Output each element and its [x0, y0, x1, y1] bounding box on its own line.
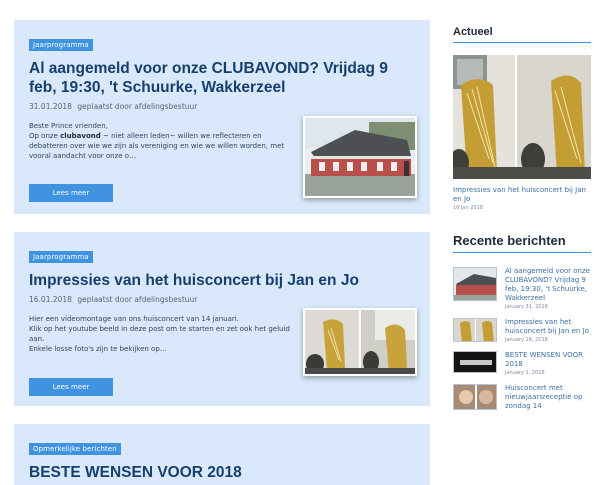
post-thumbnail-clubhouse[interactable] [303, 116, 417, 198]
post-title[interactable]: Al aangemeld voor onze CLUBAVOND? Vrijda… [29, 59, 418, 97]
recent-post-title[interactable]: Impressies van het huisconcert bij Jan e… [505, 318, 591, 336]
recent-post-title[interactable]: Al aangemeld voor onze CLUBAVOND? Vrijda… [505, 267, 591, 303]
sidebar: Actueel Impressies van het huisconcert b… [453, 26, 591, 420]
recent-post-item[interactable]: Impressies van het huisconcert bij Jan e… [453, 318, 591, 343]
post-card: Jaarprogramma Impressies van het huiscon… [14, 232, 430, 406]
category-badge[interactable]: Jaarprogramma [29, 251, 93, 263]
post-date: 16.01.2018 [29, 295, 72, 304]
actueel-heading: Actueel [453, 26, 591, 43]
post-card: Opmerkelijke berichten BESTE WENSEN VOOR… [14, 424, 430, 485]
post-meta: 16.01.2018 geplaatst door afdelingsbestu… [29, 295, 418, 304]
category-badge[interactable]: Jaarprogramma [29, 39, 93, 51]
recent-post-date: January 16, 2018 [505, 337, 548, 343]
actueel-caption[interactable]: Impressies van het huisconcert bij Jan e… [453, 186, 591, 204]
post-card: Jaarprogramma Al aangemeld voor onze CLU… [14, 20, 430, 214]
post-excerpt: Beste Prince vrienden, Op onze clubavond… [29, 122, 285, 160]
recent-posts-list: Al aangemeld voor onze CLUBAVOND? Vrijda… [453, 267, 591, 412]
actueel-image[interactable] [453, 55, 591, 179]
post-author: geplaatst door afdelingsbestuur [77, 102, 198, 111]
actueel-date: 16 Jan 2018 [453, 205, 483, 211]
post-title[interactable]: Impressies van het huisconcert bij Jan e… [29, 271, 418, 290]
recent-post-item[interactable]: Al aangemeld voor onze CLUBAVOND? Vrijda… [453, 267, 591, 310]
post-title[interactable]: BESTE WENSEN VOOR 2018 [29, 463, 418, 482]
post-author: geplaatst door afdelingsbestuur [77, 295, 198, 304]
read-more-button[interactable]: Lees meer [29, 184, 113, 202]
post-date: 31.01.2018 [29, 102, 72, 111]
recent-post-date: January 1, 2018 [505, 370, 545, 376]
recent-post-item[interactable]: BESTE WENSEN VOOR 2018 January 1, 2018 [453, 351, 591, 376]
recent-post-date: January 31, 2018 [505, 304, 548, 310]
recent-post-thumbnail[interactable] [453, 384, 497, 410]
post-thumbnail-harps[interactable] [303, 308, 417, 376]
recent-post-thumbnail[interactable] [453, 351, 497, 373]
recent-posts-heading: Recente berichten [453, 233, 591, 253]
recent-post-item[interactable]: Huisconcert met nieuwjaarsreceptie op zo… [453, 384, 591, 412]
post-excerpt: Hier een videomontage van ons huisconcer… [29, 315, 290, 353]
recent-post-title[interactable]: Huisconcert met nieuwjaarsreceptie op zo… [505, 384, 591, 411]
recent-post-title[interactable]: BESTE WENSEN VOOR 2018 [505, 351, 591, 369]
post-meta: 31.01.2018 geplaatst door afdelingsbestu… [29, 102, 418, 111]
read-more-button[interactable]: Lees meer [29, 378, 113, 396]
recent-post-thumbnail[interactable] [453, 267, 497, 301]
post-list: Jaarprogramma Al aangemeld voor onze CLU… [14, 20, 430, 485]
recent-post-thumbnail[interactable] [453, 318, 497, 342]
category-badge[interactable]: Opmerkelijke berichten [29, 443, 121, 455]
